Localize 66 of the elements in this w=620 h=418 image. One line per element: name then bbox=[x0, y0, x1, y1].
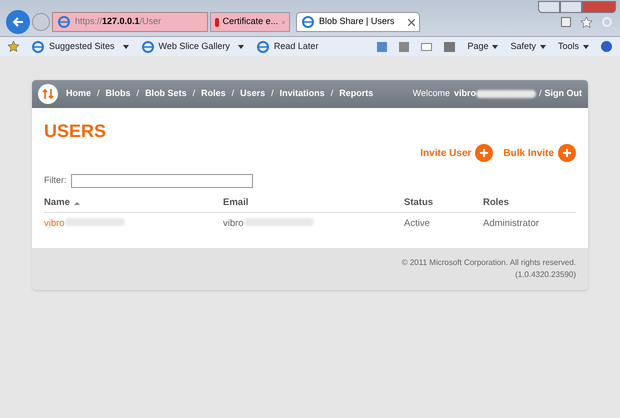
user-name: vibro bbox=[454, 87, 476, 100]
column-header[interactable]: Name bbox=[44, 196, 80, 210]
separator-text: / bbox=[538, 87, 542, 100]
sort-icon bbox=[74, 202, 80, 205]
welcome-text: Welcome bbox=[412, 87, 450, 100]
separator-text: / bbox=[232, 87, 234, 100]
caret-icon bbox=[238, 44, 244, 48]
close-icon[interactable] bbox=[282, 18, 285, 26]
globe-icon bbox=[57, 15, 71, 29]
favorites-link[interactable]: Web Slice Gallery bbox=[140, 40, 244, 54]
column-header[interactable]: Email bbox=[223, 196, 248, 210]
sign-out-link[interactable]: Sign Out bbox=[544, 87, 582, 101]
caret-icon bbox=[540, 44, 546, 48]
separator-text: / bbox=[330, 87, 334, 100]
plus-icon bbox=[475, 144, 494, 162]
column-header[interactable]: Status bbox=[404, 196, 434, 210]
table-cell: Active bbox=[404, 218, 430, 230]
column-header[interactable]: Roles bbox=[483, 196, 509, 210]
separator-text: / bbox=[271, 87, 274, 100]
browser-tab[interactable]: Blob Share | Users bbox=[296, 12, 420, 32]
blurred-text bbox=[476, 90, 536, 98]
star-icon[interactable] bbox=[581, 16, 592, 28]
forward-button[interactable] bbox=[32, 13, 50, 31]
command-menu[interactable]: Page bbox=[467, 40, 498, 54]
browser-tab[interactable]: Certificate e... bbox=[210, 12, 290, 32]
star-icon[interactable] bbox=[8, 41, 19, 52]
error-icon bbox=[215, 18, 219, 26]
address-bar[interactable]: https://127.0.0.1/User bbox=[52, 12, 208, 32]
window-controls[interactable] bbox=[538, 1, 616, 10]
nav-link[interactable]: Blobs bbox=[106, 87, 131, 101]
command-menu[interactable]: Safety bbox=[510, 40, 546, 54]
globe-icon bbox=[140, 40, 155, 54]
table-cell: Administrator bbox=[483, 218, 539, 230]
nav-link[interactable]: Blob Sets bbox=[145, 87, 187, 101]
footer-text: (1.0.4320.23590) bbox=[515, 268, 576, 280]
footer-text: © 2011 Microsoft Corporation. All rights reserved. bbox=[402, 256, 576, 268]
table-cell: vibro bbox=[223, 218, 244, 230]
favorites-link[interactable]: Read Later bbox=[256, 40, 318, 54]
filter-label: Filter: bbox=[44, 174, 66, 188]
caret-icon bbox=[492, 44, 498, 48]
nav-link[interactable]: Roles bbox=[201, 87, 226, 101]
separator-text: / bbox=[192, 87, 196, 100]
tab-title: Certificate e... bbox=[222, 15, 278, 28]
tab-title: Blob Share | Users bbox=[319, 15, 396, 28]
globe-icon bbox=[31, 40, 45, 54]
command-menu[interactable]: Tools bbox=[558, 40, 589, 54]
plus-icon bbox=[558, 144, 576, 162]
back-arrow-icon bbox=[12, 16, 24, 28]
globe-icon bbox=[301, 15, 315, 29]
mail-icon[interactable] bbox=[421, 42, 432, 50]
nav-link[interactable]: Users bbox=[240, 87, 266, 101]
favorites-link[interactable]: Suggested Sites bbox=[31, 40, 129, 54]
separator-text: / bbox=[136, 87, 140, 100]
nav-link[interactable]: Home bbox=[66, 87, 92, 101]
nav-link[interactable]: Reports bbox=[339, 87, 374, 101]
page-title: USERS bbox=[44, 120, 108, 142]
filter-field[interactable] bbox=[70, 174, 252, 188]
url-text: https://127.0.0.1/User bbox=[75, 15, 162, 28]
caret-icon bbox=[583, 44, 589, 48]
close-icon[interactable] bbox=[408, 18, 415, 26]
separator-text: / bbox=[97, 87, 100, 100]
globe-icon bbox=[256, 40, 270, 54]
logo-icon bbox=[38, 84, 58, 104]
caret-icon bbox=[122, 44, 129, 48]
nav-link[interactable]: Invitations bbox=[280, 87, 325, 101]
back-button[interactable] bbox=[6, 10, 30, 34]
